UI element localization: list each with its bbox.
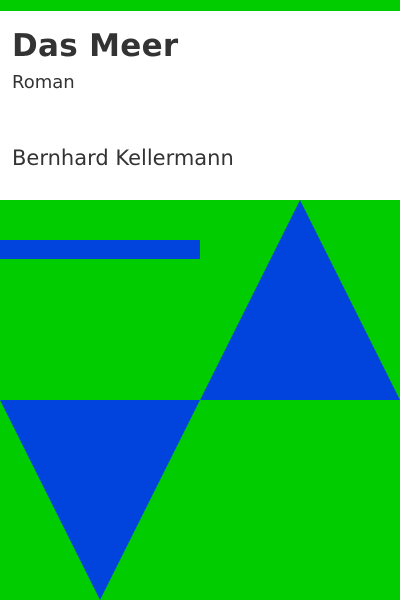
artwork-blue-bar xyxy=(0,240,200,259)
cover-artwork xyxy=(0,200,400,600)
book-cover: Das Meer Roman Bernhard Kellermann xyxy=(0,0,400,600)
book-title: Das Meer xyxy=(12,28,179,64)
book-subtitle: Roman xyxy=(12,72,75,93)
book-author: Bernhard Kellermann xyxy=(12,146,234,170)
top-green-stripe xyxy=(0,0,400,11)
